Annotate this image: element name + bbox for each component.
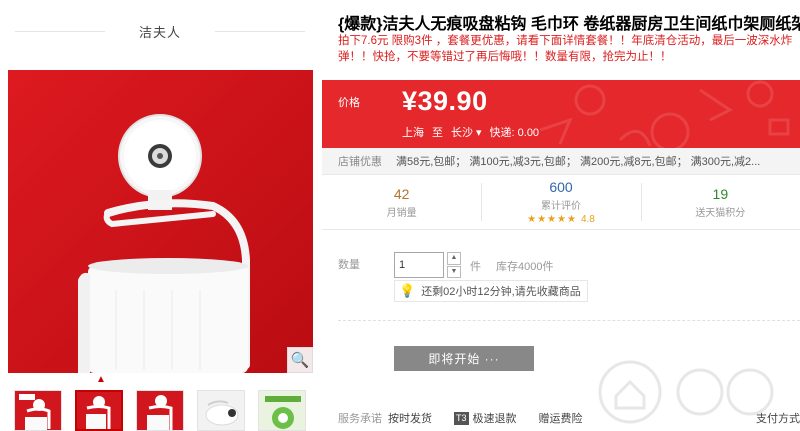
brand-header: 洁夫人: [0, 14, 320, 48]
ship-to-city: 长沙: [451, 127, 473, 139]
thumbnail-5[interactable]: [258, 390, 306, 431]
towel-holder-illustration: [8, 70, 313, 373]
stat-reviews[interactable]: 600 累计评价 ★ ★ ★ ★ ★ 4.8: [481, 175, 640, 229]
star-icon: ★: [537, 213, 547, 225]
t3-badge-icon: T3: [454, 411, 469, 425]
zoom-icon[interactable]: 🔍: [287, 347, 313, 373]
star-icon: ★: [557, 213, 566, 225]
thumbnail-2[interactable]: [75, 390, 123, 431]
stat-number: 19: [712, 185, 729, 202]
star-icon: ★: [566, 213, 576, 225]
stock-count: 库存4000件: [496, 261, 554, 273]
product-info-column: {爆款}洁夫人无痕吸盘粘钩 毛巾环 卷纸器厨房卫生间纸巾架厕纸架 拍下7.6元 …: [320, 0, 800, 431]
chevron-up-icon[interactable]: ▲: [94, 375, 108, 385]
quantity-input[interactable]: [394, 252, 444, 278]
divider-left: [14, 30, 105, 32]
promo-label: 店铺优惠: [338, 156, 382, 168]
stat-label: 送天猫积分: [695, 207, 746, 219]
coming-soon-button[interactable]: 即将开始 ···: [394, 346, 534, 371]
star-icon: ★: [547, 213, 557, 225]
rating-stars: ★ ★ ★ ★ ★ 4.8: [527, 214, 595, 225]
product-subtitle: 拍下7.6元 限购3件 ，套餐更优惠，请看下面详情套餐！！年底清仓活动，最后一波…: [338, 35, 793, 63]
thumbnail-4[interactable]: [197, 390, 245, 431]
stat-number: 42: [393, 185, 410, 202]
service-promises: 服务承诺 按时发货 T3 极速退款 赠运费险 支付方式: [338, 410, 800, 426]
chevron-down-icon: ▾: [476, 126, 482, 139]
thumbnail-image: [15, 391, 61, 430]
countdown-text: 还剩02小时12分钟,请先收藏商品: [421, 286, 581, 298]
shipping-fee: 快递: 0.00: [489, 127, 540, 139]
service-item-label: 极速退款: [472, 413, 517, 425]
countdown-notice: 💡 还剩02小时12分钟,请先收藏商品: [394, 280, 588, 302]
thumbnail-strip: [14, 390, 306, 431]
star-icon: ★: [527, 213, 537, 225]
decrease-button[interactable]: ▼: [447, 265, 461, 278]
shipping-row: 上海 至 长沙 ▾ 快递: 0.00: [402, 124, 539, 140]
thumbnail-image: [77, 392, 121, 429]
service-item-label: 按时发货: [388, 413, 432, 425]
main-product-image[interactable]: 🔍: [8, 70, 313, 373]
rating-score: 4.8: [580, 214, 595, 225]
brand-name[interactable]: 洁夫人: [139, 22, 181, 41]
store-promo-row: 店铺优惠 满58元,包邮； 满100元,减3元,包邮； 满200元,减8元,包邮…: [322, 148, 800, 175]
stat-monthly-sales: 42 月销量: [322, 175, 481, 229]
lightbulb-icon: 💡: [399, 283, 416, 298]
stats-bar: 42 月销量 600 累计评价 ★ ★ ★ ★ ★ 4.8 19 送天猫积分: [322, 175, 800, 230]
promo-text[interactable]: 满58元,包邮； 满100元,减3元,包邮； 满200元,减8元,包邮； 满30…: [396, 153, 760, 169]
quantity-unit: 件: [470, 261, 481, 273]
service-shipping-insurance[interactable]: 赠运费险: [539, 410, 583, 426]
price-label: 价格: [338, 97, 360, 109]
payment-methods[interactable]: 支付方式: [756, 410, 800, 426]
service-on-time-shipping[interactable]: 按时发货: [388, 410, 432, 426]
decorative-pattern: [539, 80, 790, 148]
stat-label: 月销量: [386, 207, 417, 219]
ship-to-separator: 至: [432, 127, 443, 139]
ship-to-selector[interactable]: 长沙 ▾: [451, 124, 482, 140]
ship-from: 上海: [402, 127, 424, 139]
thumbnail-image: [137, 391, 183, 430]
thumbnail-3[interactable]: [136, 390, 184, 431]
increase-button[interactable]: ▲: [447, 252, 461, 265]
quantity-stepper: ▲ ▼: [447, 252, 461, 278]
stat-number: 600: [549, 179, 573, 195]
gallery-column: 洁夫人 🔍 ▲: [0, 0, 320, 431]
service-label: 服务承诺: [338, 413, 382, 425]
thumbnail-image: [198, 391, 244, 430]
price-panel: 价格 ¥39.90 上海 至 长沙 ▾ 快递: 0.00: [322, 80, 800, 148]
thumbnail-1[interactable]: [14, 390, 62, 431]
thumbnail-image: [259, 391, 305, 430]
section-divider: [338, 320, 800, 321]
stat-label: 累计评价: [540, 201, 581, 212]
service-item-label: 赠运费险: [538, 413, 583, 425]
service-fast-refund[interactable]: T3 极速退款: [454, 410, 517, 426]
price-value: ¥39.90: [402, 86, 488, 116]
divider-right: [215, 30, 305, 32]
stat-tmall-points: 19 送天猫积分: [640, 175, 800, 229]
quantity-label: 数量: [338, 259, 360, 271]
product-title: {爆款}洁夫人无痕吸盘粘钩 毛巾环 卷纸器厨房卫生间纸巾架厕纸架: [338, 16, 800, 33]
